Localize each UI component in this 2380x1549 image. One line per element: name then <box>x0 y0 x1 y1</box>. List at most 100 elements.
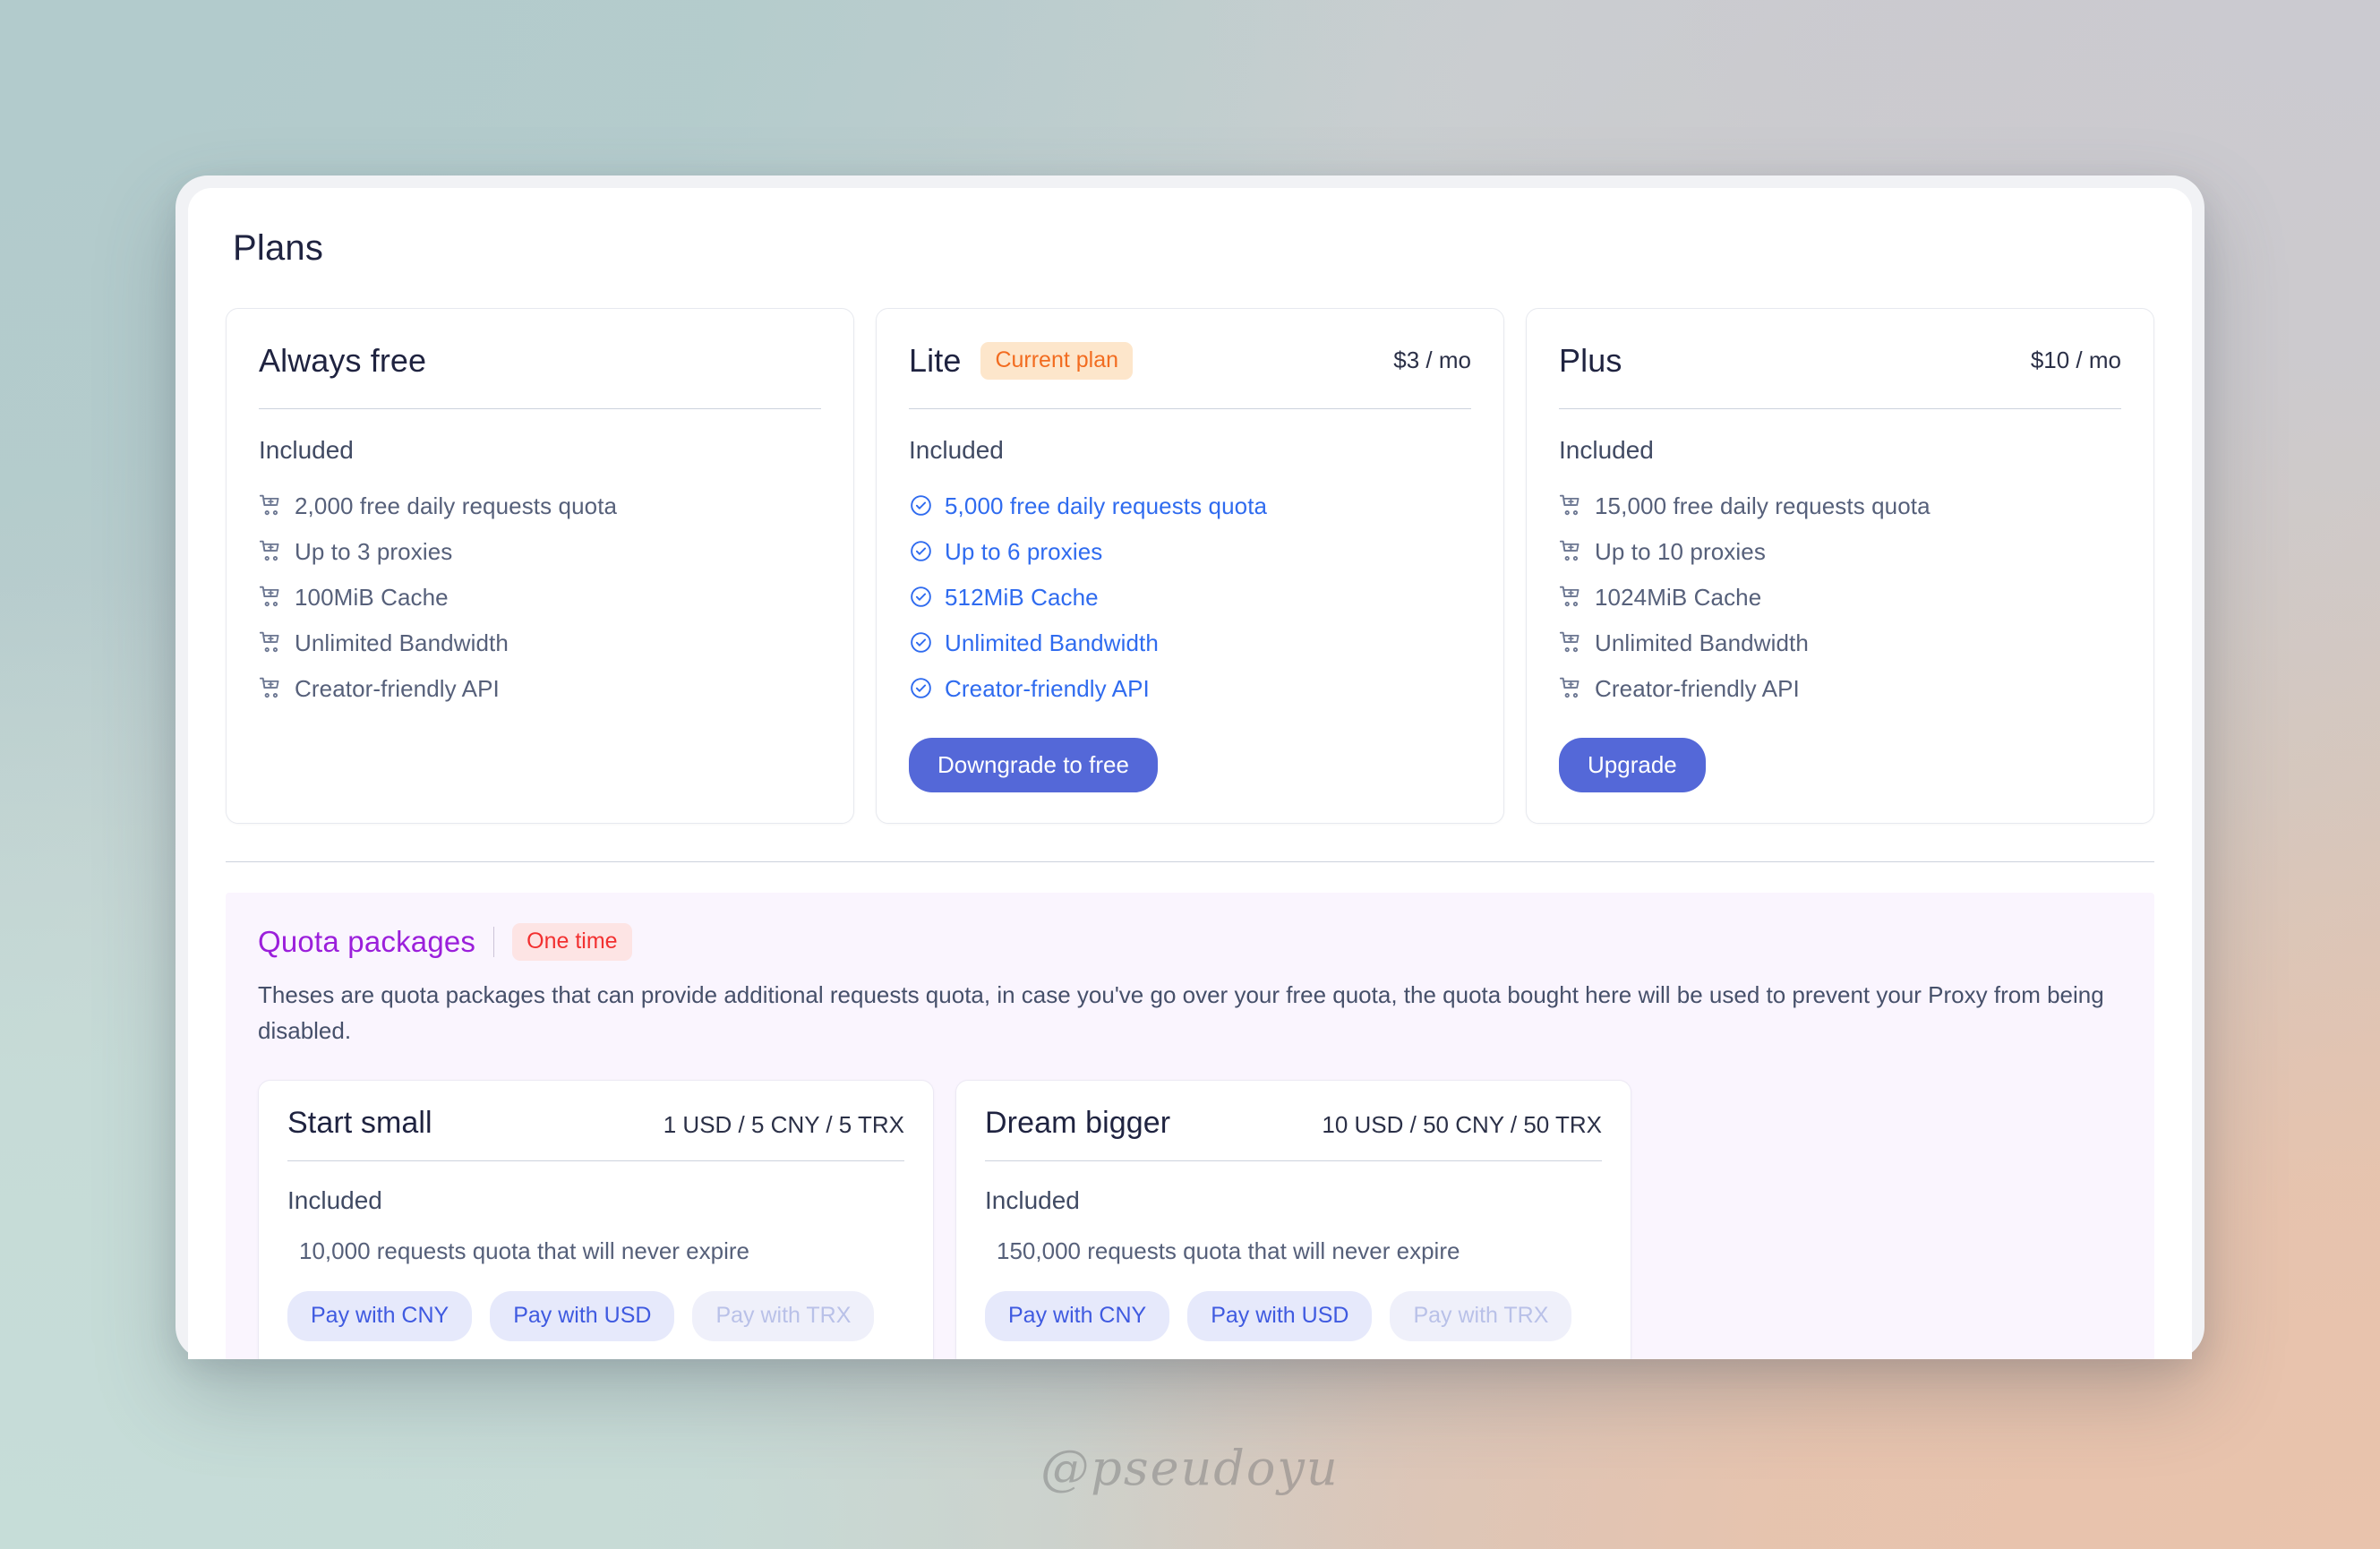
package-feature: 150,000 requests quota that will never e… <box>985 1239 1602 1262</box>
upgrade-button[interactable]: Upgrade <box>1559 738 1706 792</box>
cart-plus-icon <box>1559 676 1583 700</box>
pay-with-trx-button: Pay with TRX <box>1390 1290 1572 1341</box>
plan-feature-list: 2,000 free daily requests quota Up to 3 p… <box>259 483 821 711</box>
plan-action-area: Upgrade <box>1559 711 2121 792</box>
downgrade-to-free-button[interactable]: Downgrade to free <box>909 738 1158 792</box>
section-divider <box>226 861 2154 862</box>
plan-price: $3 / mo <box>1393 346 1471 373</box>
plan-feature-label: Up to 6 proxies <box>945 537 1103 565</box>
current-plan-badge: Current plan <box>980 342 1134 380</box>
plan-feature: 1024MiB Cache <box>1559 574 2121 620</box>
cart-plus-icon <box>1559 493 1583 518</box>
pay-with-trx-button: Pay with TRX <box>692 1290 875 1341</box>
plan-header: Lite Current plan $3 / mo <box>909 336 1471 386</box>
package-feature: 10,000 requests quota that will never ex… <box>287 1239 904 1262</box>
check-circle-icon <box>909 630 933 655</box>
package-price: 1 USD / 5 CNY / 5 TRX <box>663 1110 904 1138</box>
package-price: 10 USD / 50 CNY / 50 TRX <box>1322 1110 1602 1138</box>
plan-feature-label: 512MiB Cache <box>945 583 1099 611</box>
plan-feature: Creator-friendly API <box>1559 665 2121 711</box>
plan-feature-label: Up to 10 proxies <box>1595 537 1766 565</box>
plan-feature: 100MiB Cache <box>259 574 821 620</box>
plan-name: Lite <box>909 342 962 379</box>
cart-plus-icon <box>1559 539 1583 563</box>
plan-divider <box>259 408 821 409</box>
plan-feature-label: Creator-friendly API <box>1595 674 1800 702</box>
package-header: Dream bigger 10 USD / 50 CNY / 50 TRX <box>985 1106 1602 1141</box>
pay-with-cny-button[interactable]: Pay with CNY <box>985 1290 1170 1341</box>
plan-feature: Creator-friendly API <box>909 665 1471 711</box>
plan-price: $10 / mo <box>2030 346 2121 373</box>
quota-description: Theses are quota packages that can provi… <box>258 981 2104 1045</box>
package-included-label: Included <box>985 1185 1080 1214</box>
plan-feature: Up to 6 proxies <box>909 528 1471 574</box>
plan-feature: Up to 10 proxies <box>1559 528 2121 574</box>
plan-feature: Unlimited Bandwidth <box>1559 620 2121 665</box>
package-feature-label: 150,000 requests quota that will never e… <box>997 1237 1460 1264</box>
cart-plus-icon <box>259 539 283 563</box>
plan-divider <box>909 408 1471 409</box>
plan-divider <box>1559 408 2121 409</box>
plan-card: Plus $10 / mo Included 15,000 free daily re… <box>1526 308 2154 824</box>
plan-feature-list: 5,000 free daily requests quota Up to 6 p… <box>909 483 1471 711</box>
check-circle-icon <box>909 676 933 700</box>
pay-with-usd-button[interactable]: Pay with USD <box>1187 1290 1373 1341</box>
quota-package-card: Dream bigger 10 USD / 50 CNY / 50 TRX Incl… <box>955 1079 1631 1359</box>
package-feature-label: 10,000 requests quota that will never ex… <box>299 1237 749 1264</box>
plan-action-area <box>259 766 821 792</box>
included-label: Included <box>1559 436 1654 464</box>
plan-feature: 5,000 free daily requests quota <box>909 483 1471 528</box>
quota-separator <box>493 927 495 957</box>
plan-name: Always free <box>259 342 427 379</box>
quota-package-card: Start small 1 USD / 5 CNY / 5 TRX Included… <box>258 1079 934 1359</box>
plan-header: Plus $10 / mo <box>1559 336 2121 386</box>
one-time-badge: One time <box>512 923 632 961</box>
plan-feature: Unlimited Bandwidth <box>909 620 1471 665</box>
plan-feature-label: 1024MiB Cache <box>1595 583 1762 611</box>
app-window: Plans Always free Included 2,000 free dail… <box>176 175 2204 1359</box>
check-circle-icon <box>909 539 933 563</box>
pay-with-cny-button[interactable]: Pay with CNY <box>287 1290 473 1341</box>
pay-with-usd-button[interactable]: Pay with USD <box>490 1290 675 1341</box>
cart-plus-icon <box>1559 585 1583 609</box>
cart-plus-icon <box>1559 630 1583 655</box>
watermark: @pseudoyu <box>1040 1440 1340 1496</box>
quota-title: Quota packages <box>258 925 476 958</box>
plan-feature: 512MiB Cache <box>909 574 1471 620</box>
plan-feature-list: 15,000 free daily requests quota Up to 10… <box>1559 483 2121 711</box>
check-circle-icon <box>909 493 933 518</box>
cart-plus-icon <box>259 676 283 700</box>
app-window-content: Plans Always free Included 2,000 free dail… <box>188 188 2192 1359</box>
quota-packages-section: Quota packages One time Theses are quota… <box>226 893 2154 1359</box>
plan-card: Lite Current plan $3 / mo Included 5,000 fre… <box>876 308 1504 824</box>
cart-plus-icon <box>259 493 283 518</box>
plan-feature-label: Unlimited Bandwidth <box>945 629 1159 656</box>
plan-feature-label: Unlimited Bandwidth <box>1595 629 1809 656</box>
cart-plus-icon <box>259 585 283 609</box>
plan-action-area: Downgrade to free <box>909 711 1471 792</box>
plan-name: Plus <box>1559 342 1622 379</box>
plan-feature: 15,000 free daily requests quota <box>1559 483 2121 528</box>
plan-feature: Up to 3 proxies <box>259 528 821 574</box>
plan-card: Always free Included 2,000 free daily requ… <box>226 308 854 824</box>
package-divider <box>985 1160 1602 1161</box>
plan-feature: Creator-friendly API <box>259 665 821 711</box>
cart-plus-icon <box>259 630 283 655</box>
included-label: Included <box>259 436 354 464</box>
plan-feature-label: Creator-friendly API <box>945 674 1150 702</box>
payment-buttons: Pay with CNY Pay with USD Pay with TRX <box>287 1290 904 1341</box>
package-header: Start small 1 USD / 5 CNY / 5 TRX <box>287 1106 904 1141</box>
plan-feature-label: Up to 3 proxies <box>295 537 453 565</box>
package-included-label: Included <box>287 1185 382 1214</box>
plan-feature-label: Unlimited Bandwidth <box>295 629 509 656</box>
plan-header: Always free <box>259 336 821 386</box>
page-title: Plans <box>233 228 324 268</box>
included-label: Included <box>909 436 1004 464</box>
plan-feature: 2,000 free daily requests quota <box>259 483 821 528</box>
check-circle-icon <box>909 585 933 609</box>
plans-list: Always free Included 2,000 free daily requ… <box>188 269 2192 824</box>
packages-list: Start small 1 USD / 5 CNY / 5 TRX Included… <box>258 1079 2122 1359</box>
plan-feature-label: 2,000 free daily requests quota <box>295 492 618 519</box>
plan-feature: Unlimited Bandwidth <box>259 620 821 665</box>
plan-feature-label: 15,000 free daily requests quota <box>1595 492 1931 519</box>
